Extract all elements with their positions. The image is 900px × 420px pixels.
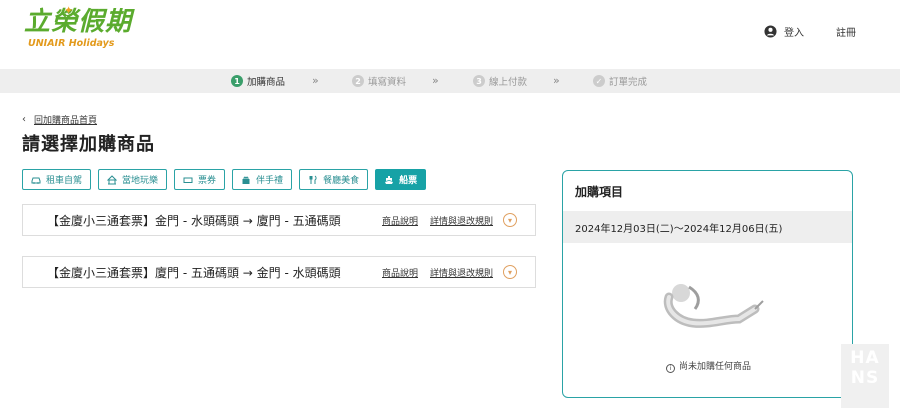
login-link[interactable]: 登入 (784, 24, 804, 39)
watermark-logo: HA NS (841, 344, 889, 408)
step-order-complete: ✓ 訂單完成 (593, 69, 647, 93)
product-row[interactable]: 【金廈小三通套票】金門 - 水頭碼頭 → 廈門 - 五通碼頭 商品說明 詳情與退… (22, 204, 536, 236)
product-rules-link[interactable]: 詳情與退改規則 (430, 266, 493, 279)
product-name: 【金廈小三通套票】金門 - 水頭碼頭 → 廈門 - 五通碼頭 (47, 213, 341, 228)
product-description-link[interactable]: 商品說明 (382, 266, 418, 279)
product-rules-link[interactable]: 詳情與退改規則 (430, 214, 493, 227)
filter-local-fun[interactable]: 當地玩樂 (98, 169, 168, 190)
filter-tickets[interactable]: 票券 (174, 169, 226, 190)
cart-title: 加購項目 (575, 185, 624, 199)
empty-cart-message: i 尚未加購任何商品 (563, 359, 852, 373)
step-label: 線上付款 (489, 77, 528, 88)
gift-icon (242, 176, 250, 184)
step-number: 1 (231, 75, 243, 87)
step-number: 3 (473, 75, 485, 87)
watermark-line: HA (850, 348, 880, 368)
step-add-products: 1 加購商品 (231, 69, 285, 93)
cart-date-range: 2024年12月03日(二)～2024年12月06日(五) (563, 211, 852, 243)
filter-label: 船票 (399, 176, 418, 186)
register-link[interactable]: 註冊 (836, 24, 856, 39)
step-label: 加購商品 (247, 77, 286, 88)
filter-dining[interactable]: 餐廳美食 (299, 169, 369, 190)
info-icon: i (665, 364, 675, 373)
filter-label: 租車自駕 (46, 176, 83, 186)
step-separator-icon: » (553, 74, 560, 87)
category-filters: 租車自駕 當地玩樂 票券 伴手禮 餐廳美食 船票 (22, 169, 433, 190)
chevron-left-icon: ‹ (22, 114, 26, 125)
attraction-icon (107, 174, 118, 184)
chevron-down-icon[interactable]: ▾ (503, 265, 517, 279)
logo-english: UNIAIR Holidays (28, 38, 115, 49)
step-fill-info: 2 填寫資料 (352, 69, 406, 93)
uniair-holidays-logo[interactable]: 立榮假期 ✦ UNIAIR Holidays (24, 4, 134, 54)
step-label: 填寫資料 (368, 77, 407, 88)
cart-panel: 加購項目 2024年12月03日(二)～2024年12月06日(五) i 尚未加購… (562, 170, 853, 398)
product-name: 【金廈小三通套票】廈門 - 五通碼頭 → 金門 - 水頭碼頭 (47, 265, 341, 280)
checkout-steps: 1 加購商品 » 2 填寫資料 » 3 線上付款 » ✓ 訂單完成 (0, 69, 900, 93)
back-link[interactable]: ‹ 回加購商品首頁 (22, 113, 97, 126)
empty-cart-illustration (663, 284, 764, 328)
step-separator-icon: » (312, 74, 319, 87)
check-icon: ✓ (593, 75, 605, 87)
page-title: 請選擇加購商品 (22, 134, 155, 155)
auth-links: 登入 註冊 (764, 24, 856, 39)
back-link-label: 回加購商品首頁 (34, 116, 98, 126)
chevron-down-icon[interactable]: ▾ (503, 213, 517, 227)
user-icon (764, 25, 777, 38)
logo-chinese: 立榮假期 (24, 7, 133, 37)
car-icon (31, 177, 41, 184)
ticket-icon (183, 177, 193, 183)
filter-label: 伴手禮 (256, 176, 284, 186)
step-separator-icon: » (432, 74, 439, 87)
empty-cart-text: 尚未加購任何商品 (678, 362, 751, 372)
logo-star-icon: ✦ (64, 4, 74, 17)
watermark-line: NS (850, 368, 880, 388)
filter-souvenirs[interactable]: 伴手禮 (232, 169, 293, 190)
dining-icon (309, 175, 317, 184)
product-row[interactable]: 【金廈小三通套票】廈門 - 五通碼頭 → 金門 - 水頭碼頭 商品說明 詳情與退… (22, 256, 536, 288)
ship-icon (385, 175, 394, 184)
step-number: 2 (352, 75, 364, 87)
step-online-payment: 3 線上付款 (473, 69, 527, 93)
filter-label: 票券 (198, 176, 217, 186)
filter-label: 當地玩樂 (122, 176, 159, 186)
site-header: 立榮假期 ✦ UNIAIR Holidays 登入 註冊 (0, 0, 900, 68)
filter-label: 餐廳美食 (323, 176, 360, 186)
step-label: 訂單完成 (609, 77, 648, 88)
filter-car-rental[interactable]: 租車自駕 (22, 169, 92, 190)
product-description-link[interactable]: 商品說明 (382, 214, 418, 227)
filter-ferry-tickets[interactable]: 船票 (375, 169, 427, 190)
